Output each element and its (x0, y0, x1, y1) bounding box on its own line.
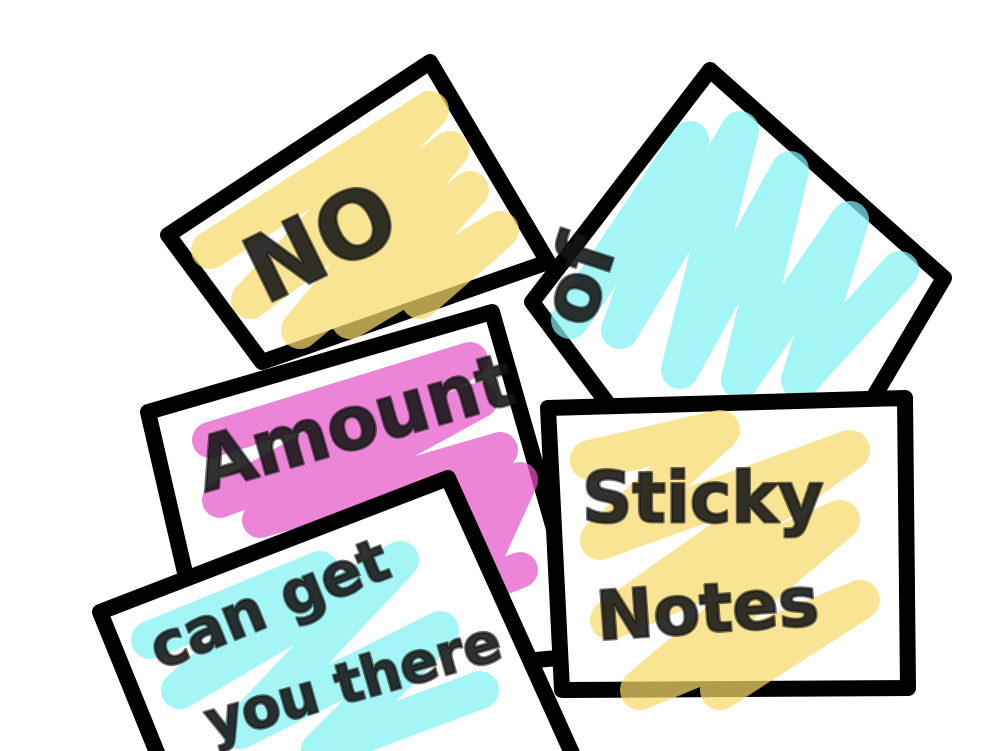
note-sticky-text: Sticky (582, 457, 824, 539)
sticky-notes-drawing: NO of Amount Sticky Notes can get you th… (92, 54, 952, 751)
note-notes-text: Notes (594, 563, 822, 657)
sticky-note-of: of (521, 62, 952, 428)
sticky-note-sticky-notes: Sticky Notes (540, 390, 916, 710)
